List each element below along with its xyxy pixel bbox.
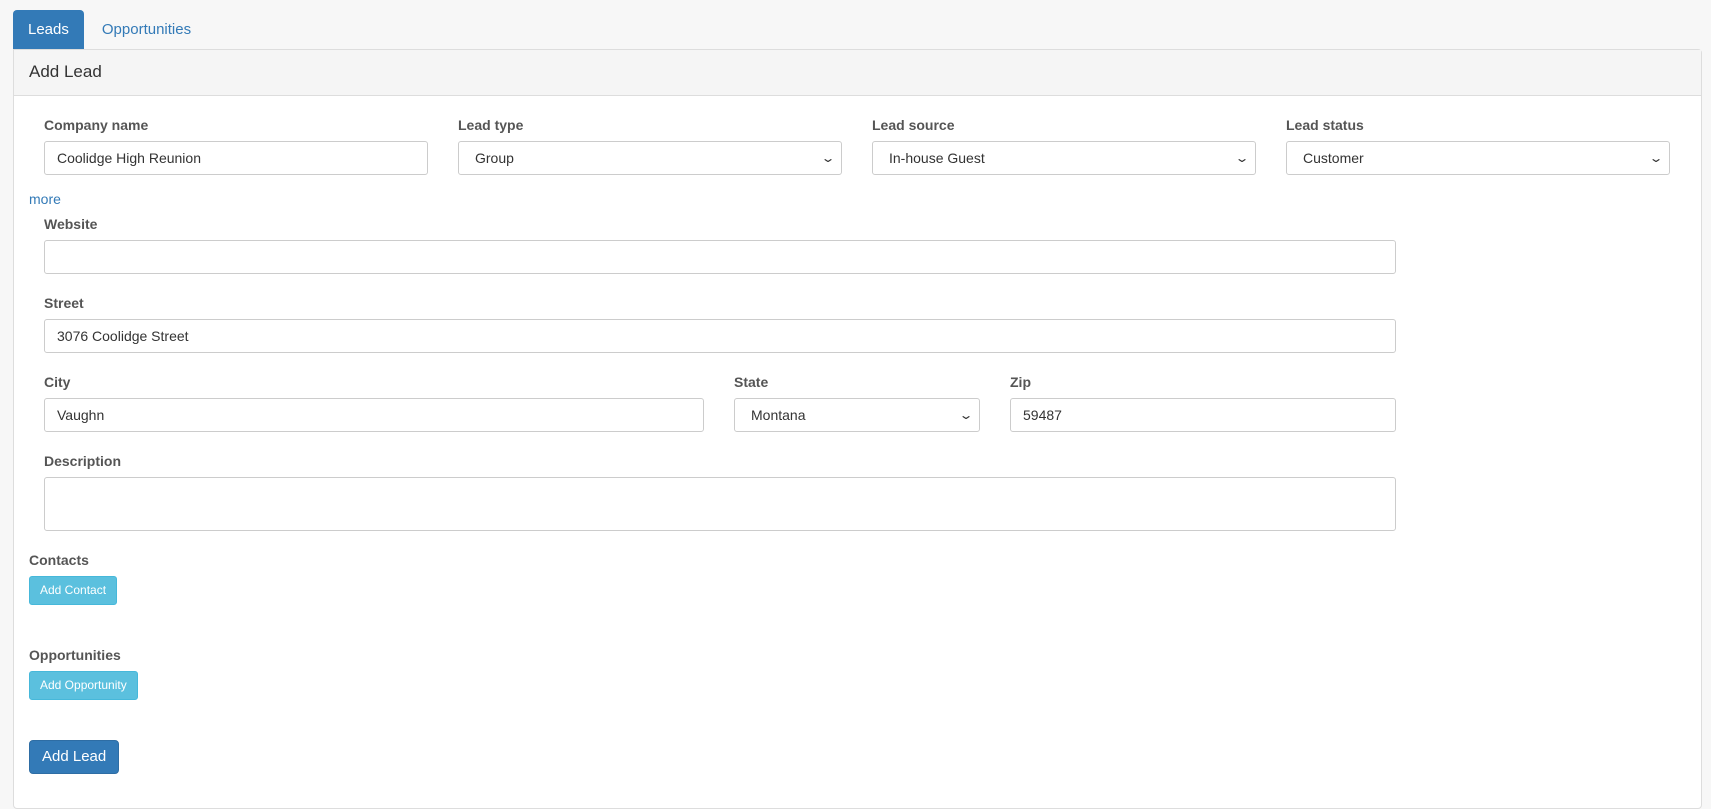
add-lead-button[interactable]: Add Lead — [29, 740, 120, 774]
add-contact-button[interactable]: Add Contact — [29, 576, 118, 605]
chevron-down-icon: ⌄ — [1234, 151, 1250, 165]
lead-source-label: Lead source — [872, 117, 955, 133]
chevron-down-icon: ⌄ — [1648, 151, 1664, 165]
more-link[interactable]: more — [29, 191, 61, 207]
panel-title: Add Lead — [14, 50, 1701, 96]
lead-status-select[interactable]: Customer ⌄ — [1286, 141, 1670, 175]
lead-source-select[interactable]: In-house Guest ⌄ — [872, 141, 1256, 175]
description-label: Description — [44, 453, 122, 469]
description-textarea[interactable] — [44, 477, 1396, 531]
website-label: Website — [44, 216, 98, 232]
city-label: City — [44, 374, 71, 390]
opportunities-heading: Opportunities — [29, 647, 121, 663]
lead-type-value: Group — [475, 150, 514, 166]
street-label: Street — [44, 295, 84, 311]
chevron-down-icon: ⌄ — [958, 408, 974, 422]
chevron-down-icon: ⌄ — [820, 151, 836, 165]
lead-source-value: In-house Guest — [889, 150, 985, 166]
lead-type-label: Lead type — [458, 117, 524, 133]
lead-type-select[interactable]: Group ⌄ — [458, 141, 842, 175]
tab-leads[interactable]: Leads — [13, 10, 84, 49]
state-value: Montana — [751, 407, 806, 423]
lead-status-value: Customer — [1303, 150, 1364, 166]
tab-bar: Leads Opportunities — [13, 10, 206, 49]
lead-status-label: Lead status — [1286, 117, 1364, 133]
tab-opportunities[interactable]: Opportunities — [87, 10, 206, 49]
company-name-input[interactable]: Coolidge High Reunion — [44, 141, 428, 175]
state-select[interactable]: Montana ⌄ — [734, 398, 980, 432]
company-name-label: Company name — [44, 117, 149, 133]
street-input[interactable]: 3076 Coolidge Street — [44, 319, 1396, 353]
add-lead-panel: Add Lead Company name Coolidge High Reun… — [13, 49, 1702, 809]
contacts-heading: Contacts — [29, 552, 89, 568]
zip-label: Zip — [1010, 374, 1031, 390]
state-label: State — [734, 374, 769, 390]
add-opportunity-button[interactable]: Add Opportunity — [29, 671, 138, 700]
website-input[interactable] — [44, 240, 1396, 274]
zip-input[interactable]: 59487 — [1010, 398, 1396, 432]
city-input[interactable]: Vaughn — [44, 398, 704, 432]
